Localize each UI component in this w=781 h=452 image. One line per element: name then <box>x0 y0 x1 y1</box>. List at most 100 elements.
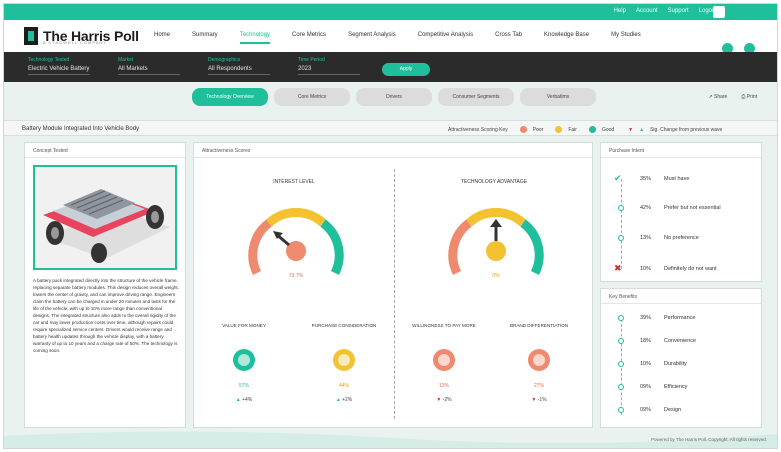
share-button[interactable]: ↗ Share <box>708 94 727 100</box>
tab-drivers[interactable]: Drivers <box>356 88 432 106</box>
change-down-icon: ▼ <box>531 397 537 403</box>
filter-value[interactable]: Electric Vehicle Battery <box>28 66 90 75</box>
filter-value[interactable]: All Respondents <box>208 66 270 75</box>
legend-swatch-fair <box>555 126 563 133</box>
legend-title: Attractiveness Scoring Key <box>448 126 508 133</box>
nav-item-knowledge-base[interactable]: Knowledge Base <box>544 32 589 44</box>
page-tools: ↗ Share ⎙ Print <box>708 94 757 100</box>
row-pct: 10% <box>640 361 652 367</box>
row-label: Durability <box>664 361 687 367</box>
row-pct: 13% <box>640 235 652 241</box>
metric-label: WILLINGNESS TO PAY MORE <box>412 323 476 328</box>
timeline-dot-icon <box>614 384 628 390</box>
nav-item-my-studies[interactable]: My Studies <box>611 32 641 44</box>
utility-link[interactable]: Help <box>614 8 626 14</box>
timeline-dot-icon <box>614 407 628 413</box>
row-pct: 10% <box>640 265 652 272</box>
timeline-dot-icon <box>614 235 628 241</box>
filter-label: Market <box>118 57 134 63</box>
metric-change-value: -1% <box>537 397 547 403</box>
timeline-dot-icon <box>614 315 628 321</box>
panel-title: Concept Tested <box>33 148 68 154</box>
gauge-arc-poor <box>448 219 472 276</box>
benefit-row: 39% Performance <box>614 315 696 321</box>
metric-change: ▼ -2% <box>424 397 464 403</box>
utility-link[interactable]: Support <box>668 8 689 14</box>
nav-item-competitive-analysis[interactable]: Competitive Analysis <box>418 32 473 44</box>
check-icon: ✔ <box>614 173 622 183</box>
change-up-icon: ▲ <box>235 397 241 403</box>
tab-consumer-segments[interactable]: Consumer Segments <box>438 88 514 106</box>
gauge-hub-icon <box>486 241 506 261</box>
change-down-icon: ▼ <box>628 126 634 133</box>
purchase-intent-panel: Purchase Intent ✔ 35% Must have 42% Pref… <box>600 142 762 282</box>
nav-item-cross-tab[interactable]: Cross Tab <box>495 32 522 44</box>
nav-item-home[interactable]: Home <box>154 32 170 44</box>
metric-label: VALUE FOR MONEY <box>222 323 266 328</box>
gauge-arc-good <box>320 219 344 276</box>
concept-description: A battery pack integrated directly into … <box>33 278 179 353</box>
row-pct: 09% <box>640 384 652 390</box>
tab-core-metrics[interactable]: Core Metrics <box>274 88 350 106</box>
tab-verbatims[interactable]: Verbatims <box>520 88 596 106</box>
filter-demographics[interactable]: Demographics All Respondents <box>208 57 270 75</box>
timeline-dot-icon <box>614 361 628 367</box>
benefit-row: 10% Durability <box>614 361 687 367</box>
filter-value[interactable]: All Markets <box>118 66 180 75</box>
filter-value[interactable]: 2023 <box>298 66 360 75</box>
nav-item-core-metrics[interactable]: Core Metrics <box>292 32 326 44</box>
filter-market[interactable]: Market All Markets <box>118 57 180 75</box>
nav-item-summary[interactable]: Summary <box>192 32 218 44</box>
print-button[interactable]: ⎙ Print <box>741 94 757 100</box>
benefit-row: 09% Efficiency <box>614 384 687 390</box>
change-up-icon: ▲ <box>639 126 645 133</box>
user-menu-dropdown[interactable] <box>713 6 725 18</box>
content-tabs: Technology Overview Core Metrics Drivers… <box>192 88 596 106</box>
main-header: The Harris Poll A STAGWELL COMPANY Home … <box>4 20 777 52</box>
nav-item-segment-analysis[interactable]: Segment Analysis <box>348 32 396 44</box>
gauge-value: 73.7% <box>288 273 304 279</box>
print-label: Print <box>746 94 757 100</box>
row-label: Performance <box>664 315 696 321</box>
benefit-row: 18% Convenience <box>614 338 696 344</box>
gauge-title: TECHNOLOGY ADVANTAGE <box>460 179 528 185</box>
filter-bar: Technology Tested Electric Vehicle Batte… <box>4 52 777 82</box>
legend-swatch-good <box>588 126 596 133</box>
metric-value: 13% <box>438 383 449 389</box>
share-label: Share <box>713 94 728 100</box>
row-label: Must have <box>664 175 690 182</box>
apply-button[interactable]: Apply <box>382 63 430 76</box>
tab-technology-overview[interactable]: Technology Overview <box>192 88 268 106</box>
gauge-separator <box>394 169 395 419</box>
main-nav: Home Summary Technology Core Metrics Seg… <box>154 32 641 44</box>
concept-panel: Concept Tested A battery pack integrated… <box>24 142 186 428</box>
legend-label: Poor <box>532 126 544 133</box>
row-label: No preference <box>664 235 699 241</box>
panel-title: Attractiveness Scores <box>202 148 251 154</box>
panel-divider <box>194 157 592 158</box>
filter-technology[interactable]: Technology Tested Electric Vehicle Batte… <box>28 57 90 75</box>
row-label: Design <box>664 407 682 413</box>
panel-divider <box>25 157 185 158</box>
row-label: Convenience <box>664 338 697 344</box>
legend-swatch-poor <box>519 126 527 133</box>
attractiveness-panel: Attractiveness Scores INTEREST LEVEL TEC… <box>193 142 593 428</box>
key-benefits-panel: Key Benefits 39% Performance 18% Conveni… <box>600 288 762 428</box>
change-down-icon: ▼ <box>436 397 442 403</box>
filter-time-period[interactable]: Time Period 2023 <box>298 57 360 75</box>
metric-value: 57% <box>238 383 249 389</box>
panel-title: Key Benefits <box>609 294 638 300</box>
metric-change: ▲ +2% <box>324 397 364 403</box>
benefit-row: 09% Design <box>614 407 681 413</box>
nav-item-technology[interactable]: Technology <box>239 32 271 44</box>
timeline-dot-icon <box>614 205 628 211</box>
timeline-dot-icon <box>614 338 628 344</box>
gauge-arc-fair <box>265 208 327 227</box>
row-pct: 18% <box>640 338 652 344</box>
purchase-row: 42% Prefer but not essential <box>614 205 721 211</box>
thumbs-up-icon <box>333 349 355 371</box>
value-icon <box>233 349 255 371</box>
timeline-line <box>621 179 622 269</box>
gauge-arc-poor <box>248 219 272 276</box>
utility-link[interactable]: Account <box>636 8 658 14</box>
